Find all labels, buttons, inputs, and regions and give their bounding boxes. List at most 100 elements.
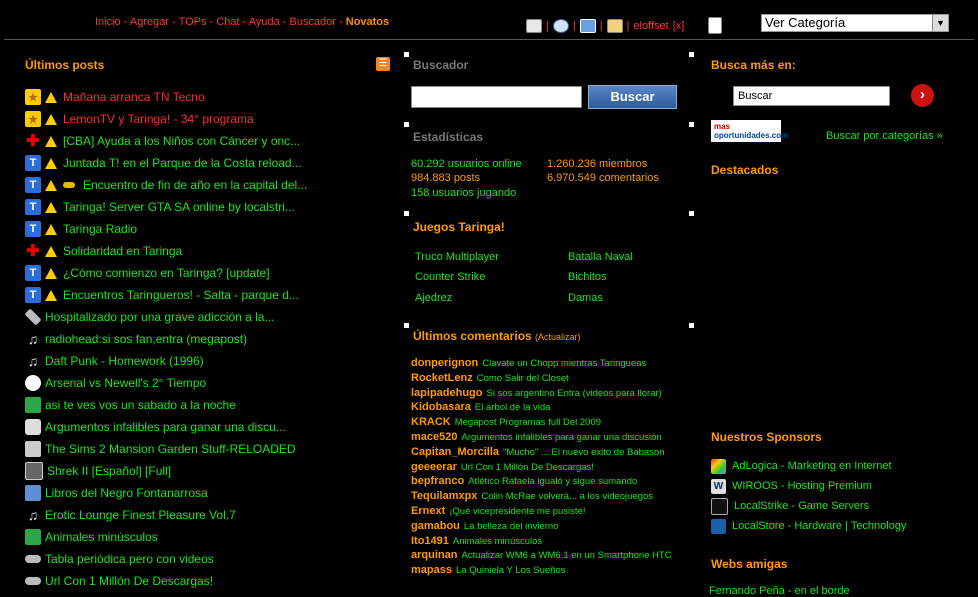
post-item[interactable]: T Taringa Radio: [25, 218, 385, 240]
post-item[interactable]: T Encuentro de fin de año en la capital d…: [25, 174, 385, 196]
comment-post-link[interactable]: Como Salir del Closet: [477, 373, 569, 384]
post-item[interactable]: ✚ [CBA] Ayuda a los Niños con Cáncer y on…: [25, 130, 385, 152]
comment-post-link[interactable]: Colin McRae volverá... a los videojuegos: [481, 491, 653, 502]
post-item[interactable]: Shrek II [Español] [Full]: [25, 460, 385, 482]
nav-inicio[interactable]: Inicio: [95, 16, 121, 28]
nav-ayuda[interactable]: Ayuda: [249, 16, 280, 28]
post-title[interactable]: Taringa! Server GTA SA online by localst…: [63, 200, 295, 214]
post-item[interactable]: T Taringa! Server GTA SA online by locals…: [25, 196, 385, 218]
post-title[interactable]: Argumentos infalibles para ganar una dis…: [45, 420, 286, 434]
notepad-icon[interactable]: [708, 17, 723, 34]
post-title[interactable]: Erotic Lounge Finest Pleasure Vol.7: [45, 508, 236, 522]
comment-post-link[interactable]: El arbol de la vida: [475, 402, 551, 413]
sponsor-item[interactable]: LocalStore - Hardware | Technology: [711, 516, 906, 536]
search-button[interactable]: Buscar: [588, 85, 677, 109]
logout-link[interactable]: [x]: [673, 20, 685, 32]
post-title[interactable]: ¿Cómo comienzo en Taringa? [update]: [63, 266, 270, 280]
nav-tops[interactable]: TOPs: [179, 16, 207, 28]
sponsor-item[interactable]: W WIROOS - Hosting Premium: [711, 476, 906, 496]
mail-icon[interactable]: [526, 18, 542, 33]
game-link[interactable]: Counter Strike: [415, 271, 485, 283]
comment-user[interactable]: arquinan: [411, 549, 457, 561]
nav-buscador[interactable]: Buscador: [289, 16, 335, 28]
post-item[interactable]: T Juntada T! en el Parque de la Costa rel…: [25, 152, 385, 174]
post-title[interactable]: Shrek II [Español] [Full]: [47, 464, 171, 478]
comment-post-link[interactable]: Url Con 1 Millón De Descargas!: [461, 462, 594, 473]
post-title[interactable]: Tabla periódica pero con videos: [45, 552, 214, 566]
post-title[interactable]: Encuentro de fin de año en la capital de…: [83, 178, 307, 192]
comment-post-link[interactable]: Clavate un Chopp mientras Taringueas: [482, 358, 646, 369]
post-item[interactable]: T ¿Cómo comienzo en Taringa? [update]: [25, 262, 385, 284]
comment-user[interactable]: Kidobasara: [411, 401, 471, 413]
post-item[interactable]: Argumentos infalibles para ganar una dis…: [25, 416, 385, 438]
comment-user[interactable]: mace520: [411, 431, 458, 443]
game-link[interactable]: Batalla Naval: [568, 251, 633, 263]
comments-refresh-link[interactable]: (Actualizar): [535, 332, 581, 342]
post-title[interactable]: Arsenal vs Newell's 2° Tiempo: [45, 376, 206, 390]
post-item[interactable]: Libros del Negro Fontanarrosa: [25, 482, 385, 504]
comment-user[interactable]: Capitan_Morcilla: [411, 446, 499, 458]
post-title[interactable]: [CBA] Ayuda a los Niños con Cáncer y onc…: [63, 134, 300, 148]
post-item[interactable]: T Encuentros Taringueros! - Salta - parqu…: [25, 284, 385, 306]
nav-agregar[interactable]: Agregar: [130, 16, 169, 28]
post-item[interactable]: ♫ Daft Punk - Homework (1996): [25, 350, 385, 372]
comment-post-link[interactable]: La belleza del invierno: [464, 521, 559, 532]
friend-link[interactable]: Fernando Peña - en el borde: [709, 585, 850, 597]
nav-novatos[interactable]: Novatos: [346, 16, 389, 28]
post-item[interactable]: Animales minúsculos: [25, 526, 385, 548]
comment-user[interactable]: bepfranco: [411, 475, 464, 487]
sponsor-link[interactable]: AdLogica - Marketing en Internet: [732, 460, 892, 472]
sponsor-link[interactable]: LocalStore - Hardware | Technology: [732, 520, 906, 532]
game-link[interactable]: Bichitos: [568, 271, 607, 283]
comment-post-link[interactable]: Animales minúsculos: [453, 536, 542, 547]
user-profile-link[interactable]: eloffset: [633, 20, 668, 32]
sponsor-link[interactable]: LocalStrike - Game Servers: [734, 500, 869, 512]
post-item[interactable]: The Sims 2 Mansion Garden Stuff-RELOADED: [25, 438, 385, 460]
search-input[interactable]: [411, 86, 582, 108]
category-select[interactable]: Ver Categoría ▼: [761, 14, 949, 32]
post-item[interactable]: ★ LemonTV y Taringa! - 34° programa: [25, 108, 385, 130]
post-item[interactable]: ♫ Erotic Lounge Finest Pleasure Vol.7: [25, 504, 385, 526]
post-title[interactable]: Animales minúsculos: [45, 530, 158, 544]
nav-chat[interactable]: Chat: [216, 16, 239, 28]
comment-user[interactable]: geeeerar: [411, 461, 457, 473]
sponsor-item[interactable]: AdLogica - Marketing en Internet: [711, 456, 906, 476]
comment-user[interactable]: Ernext: [411, 505, 445, 517]
post-title[interactable]: Daft Punk - Homework (1996): [45, 354, 204, 368]
post-item[interactable]: Tabla periódica pero con videos: [25, 548, 385, 570]
post-item[interactable]: ✚ Solidaridad en Taringa: [25, 240, 385, 262]
post-title[interactable]: Taringa Radio: [63, 222, 137, 236]
post-title[interactable]: Solidaridad en Taringa: [63, 244, 182, 258]
comment-user[interactable]: Ito1491: [411, 535, 449, 547]
sponsor-item[interactable]: LocalStrike - Game Servers: [711, 496, 906, 516]
comment-post-link[interactable]: Atlético Rafaela igualó y sigue sumando: [468, 476, 637, 487]
comment-post-link[interactable]: Si sos argentino Entra (videos para llor…: [487, 388, 662, 399]
chart-icon[interactable]: [606, 18, 623, 33]
comment-user[interactable]: mapass: [411, 564, 452, 576]
comment-post-link[interactable]: Argumentos infalibles para ganar una dis…: [462, 432, 662, 443]
post-item[interactable]: ♫ radiohead:si sos fan,entra (megapost): [25, 328, 385, 350]
game-link[interactable]: Damas: [568, 292, 603, 304]
comment-post-link[interactable]: Megapost Programas full Del 2009: [455, 417, 601, 428]
post-title[interactable]: LemonTV y Taringa! - 34° programa: [63, 112, 254, 126]
masoportunidades-logo[interactable]: mas oportunidades.com: [711, 120, 788, 142]
sponsor-link[interactable]: WIROOS - Hosting Premium: [732, 480, 872, 492]
comment-user[interactable]: lapipadehugo: [411, 387, 483, 399]
post-title[interactable]: The Sims 2 Mansion Garden Stuff-RELOADED: [45, 442, 296, 456]
post-title[interactable]: Libros del Negro Fontanarrosa: [45, 486, 208, 500]
rss-icon[interactable]: ☰: [376, 57, 390, 71]
post-title[interactable]: Mañana arranca TN Tecno: [63, 90, 205, 104]
post-title[interactable]: Encuentros Taringueros! - Salta - parque…: [63, 288, 299, 302]
comment-user[interactable]: donperignon: [411, 357, 478, 369]
comment-post-link[interactable]: La Quiniela Y Los Sueños: [456, 565, 566, 576]
comment-post-link[interactable]: Actualizar WM6 a WM6.1 en un Smartphone …: [461, 550, 671, 561]
post-title[interactable]: Url Con 1 Millón De Descargas!: [45, 574, 213, 588]
post-item[interactable]: Url Con 1 Millón De Descargas!: [25, 570, 385, 592]
post-item[interactable]: asi te ves vos un sabado a la noche: [25, 394, 385, 416]
game-link[interactable]: Truco Multiplayer: [415, 251, 499, 263]
post-title[interactable]: asi te ves vos un sabado a la noche: [45, 398, 236, 412]
comment-post-link[interactable]: "Mucho" ... El nuevo exito de Babason: [503, 447, 664, 458]
go-arrow-button[interactable]: ›: [911, 84, 934, 107]
comment-user[interactable]: RocketLenz: [411, 372, 473, 384]
post-item[interactable]: Arsenal vs Newell's 2° Tiempo: [25, 372, 385, 394]
